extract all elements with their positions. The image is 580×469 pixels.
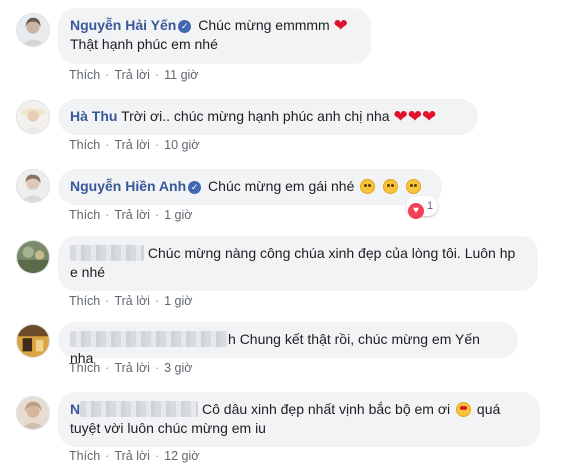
commenter-name[interactable]: Nguyễn Hiền Anh <box>70 178 186 194</box>
reaction-count: 1 <box>427 200 434 212</box>
like-link[interactable]: Thích <box>69 449 100 463</box>
reply-link[interactable]: Trả lời <box>114 138 150 152</box>
red-heart-emoji-icon: ❤❤❤ <box>393 107 437 126</box>
comment-text-line-2: tuyệt vời luôn chúc mừng em iu <box>70 420 266 436</box>
redacted-name <box>80 401 199 417</box>
like-link[interactable]: Thích <box>69 361 100 375</box>
commenter-name[interactable]: Nguyễn Hải Yến <box>70 17 176 33</box>
hugging-face-emoji-icon <box>383 179 399 194</box>
like-link[interactable]: Thích <box>69 138 100 152</box>
comment-text-line-2: Thật hạnh phúc em nhé <box>70 36 218 52</box>
comment-bubble: Nguyễn Hải Yến ✓ Chúc mừng emmmm ❤ Thật h… <box>58 8 371 64</box>
visible-name-fragment[interactable]: N <box>70 401 80 417</box>
redacted-name <box>70 245 144 261</box>
comment-bubble: N Cô dâu xinh đẹp nhất vịnh bắc bộ em ơi… <box>58 392 540 447</box>
reply-link[interactable]: Trả lời <box>114 68 150 82</box>
hugging-face-emoji-icon <box>360 179 376 194</box>
avatar[interactable] <box>16 396 50 430</box>
visible-name-fragment: h <box>228 331 236 347</box>
timestamp[interactable]: 3 giờ <box>164 361 192 375</box>
redacted-name <box>70 331 228 347</box>
comment-text: Chúc mừng emmmm <box>198 17 330 33</box>
verified-badge-icon: ✓ <box>178 20 192 33</box>
timestamp[interactable]: 11 giờ <box>164 68 198 82</box>
reply-link[interactable]: Trả lời <box>114 208 150 222</box>
comment-bubble: Chúc mừng nàng công chúa xinh đẹp của lò… <box>58 236 538 291</box>
comment-actions: Thích · Trả lời · 1 giờ <box>69 208 193 222</box>
like-link[interactable]: Thích <box>69 208 100 222</box>
comment-bubble: h Chung kết thật rồi, chúc mừng em Yến n… <box>58 322 518 366</box>
like-link[interactable]: Thích <box>69 294 100 308</box>
comment-text-end: quá <box>476 401 501 417</box>
comment-text: Cô dâu xinh đẹp nhất vịnh bắc bộ em ơi <box>202 401 451 417</box>
comment-actions: Thích · Trả lời · 3 giờ <box>69 361 193 375</box>
comment-text: Trời ơi.. chúc mừng hạnh phúc anh chị nh… <box>121 108 390 124</box>
comment-actions: Thích · Trả lời · 11 giờ <box>69 68 199 82</box>
timestamp[interactable]: 1 giờ <box>164 208 192 222</box>
avatar[interactable] <box>16 324 50 358</box>
comment-bubble: Nguyễn Hiền Anh ✓ Chúc mừng em gái nhé <box>58 169 442 205</box>
comment-actions: Thích · Trả lời · 12 giờ <box>69 449 200 463</box>
reply-link[interactable]: Trả lời <box>114 449 150 463</box>
avatar[interactable] <box>16 240 50 274</box>
avatar[interactable] <box>16 169 50 203</box>
hugging-face-emoji-icon <box>406 179 422 194</box>
comment-text: Chúc mừng em gái nhé <box>208 178 355 194</box>
heart-eyes-emoji-icon <box>456 402 472 417</box>
avatar[interactable] <box>16 13 50 47</box>
comment-text-line-2: e nhé <box>70 264 106 280</box>
timestamp[interactable]: 12 giờ <box>164 449 199 463</box>
avatar[interactable] <box>16 100 50 134</box>
reply-link[interactable]: Trả lời <box>114 294 150 308</box>
timestamp[interactable]: 10 giờ <box>164 138 199 152</box>
reaction-count-badge[interactable]: ♥ 1 <box>406 196 439 219</box>
comment-text: Chúc mừng nàng công chúa xinh đẹp của lò… <box>147 245 516 261</box>
verified-badge-icon: ✓ <box>188 181 202 194</box>
comment-actions: Thích · Trả lời · 10 giờ <box>69 138 200 152</box>
reply-link[interactable]: Trả lời <box>114 361 150 375</box>
comment-bubble: Hà Thu Trời ơi.. chúc mừng hạnh phúc anh… <box>58 99 478 135</box>
commenter-name[interactable]: Hà Thu <box>70 108 117 124</box>
red-heart-emoji-icon: ❤ <box>333 16 348 35</box>
comment-actions: Thích · Trả lời · 1 giờ <box>69 294 193 308</box>
timestamp[interactable]: 1 giờ <box>164 294 192 308</box>
like-link[interactable]: Thích <box>69 68 100 82</box>
love-reaction-icon: ♥ <box>408 203 424 219</box>
